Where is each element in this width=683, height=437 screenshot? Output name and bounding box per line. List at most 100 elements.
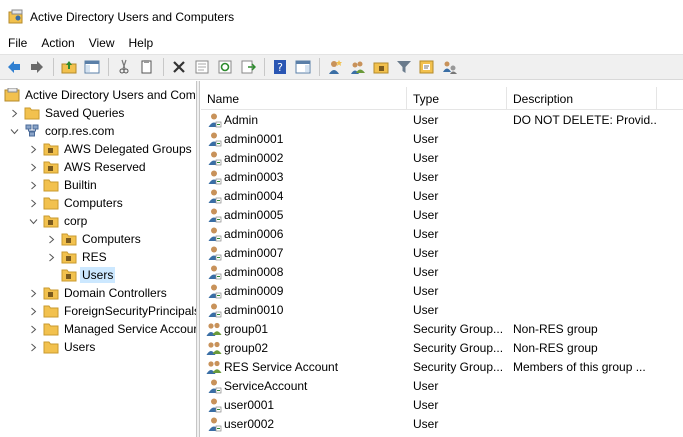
expand-chevron-icon[interactable] [28, 198, 38, 208]
tree-item-builtin[interactable]: Builtin [28, 176, 99, 194]
expand-chevron-icon[interactable] [9, 108, 19, 118]
toolbar-separator [108, 58, 109, 76]
forward-icon [31, 61, 43, 73]
folder-icon [43, 323, 59, 336]
tree-item-aws-reserved[interactable]: AWS Reserved [28, 158, 148, 176]
tree-item-domain[interactable]: corp.res.com [9, 122, 116, 140]
column-header-type[interactable]: Type [407, 87, 507, 110]
menu-file[interactable]: File [0, 36, 34, 50]
help-button[interactable]: ? [269, 56, 291, 78]
expand-chevron-icon[interactable] [28, 288, 38, 298]
list-row[interactable]: admin0006 User [201, 224, 683, 243]
ou-folder-icon [43, 215, 59, 228]
cell-name: admin0004 [201, 188, 407, 204]
tree-item-saved-queries[interactable]: Saved Queries [9, 104, 126, 122]
list-row[interactable]: admin0003 User [201, 167, 683, 186]
tree-item-console-root[interactable]: Active Directory Users and Com [4, 86, 196, 104]
tree-item-users[interactable]: Users [28, 338, 97, 356]
row-name: group02 [224, 340, 269, 355]
tree-item-label: Computers [82, 232, 141, 246]
list-row[interactable]: group02 Security Group... Non-RES group [201, 338, 683, 357]
list-row[interactable]: admin0005 User [201, 205, 683, 224]
list-row[interactable]: user0002 User [201, 414, 683, 433]
properties-icon [195, 60, 209, 74]
row-name: admin0003 [224, 169, 284, 184]
collapse-chevron-icon[interactable] [28, 216, 38, 226]
pane-splitter[interactable] [197, 81, 200, 437]
export-list-button[interactable] [237, 56, 259, 78]
column-header-description[interactable]: Description [507, 87, 657, 110]
delete-button[interactable] [168, 56, 190, 78]
delegate-control-button[interactable] [439, 56, 461, 78]
filter-button[interactable] [393, 56, 415, 78]
list-row[interactable]: group01 Security Group... Non-RES group [201, 319, 683, 338]
tree-item-foreign-security-principals[interactable]: ForeignSecurityPrincipals [28, 302, 196, 320]
cut-button[interactable] [113, 56, 135, 78]
tree-item-managed-service-accounts[interactable]: Managed Service Accour [28, 320, 196, 338]
menu-help[interactable]: Help [122, 36, 161, 50]
expand-chevron-icon[interactable] [46, 234, 56, 244]
forward-button[interactable] [26, 56, 48, 78]
expand-chevron-icon[interactable] [28, 180, 38, 190]
user-icon [208, 265, 222, 279]
tree-item-aws-delegated-groups[interactable]: AWS Delegated Groups [28, 140, 194, 158]
tree-item-label: corp [64, 214, 88, 228]
tree-item-label: Users [64, 340, 96, 354]
expand-chevron-icon[interactable] [28, 162, 38, 172]
row-name: admin0002 [224, 150, 284, 165]
action-pane-button[interactable] [292, 56, 314, 78]
expand-chevron-icon[interactable] [28, 342, 38, 352]
new-user-button[interactable] [324, 56, 346, 78]
show-console-tree-button[interactable] [81, 56, 103, 78]
row-name: user0001 [224, 397, 275, 412]
new-group-button[interactable] [347, 56, 369, 78]
tree-item-corp-users[interactable]: Users [46, 266, 116, 284]
list-row[interactable]: ServiceAccount User [201, 376, 683, 395]
show-console-tree-icon [84, 60, 100, 74]
new-ou-button[interactable] [370, 56, 392, 78]
user-icon [208, 246, 222, 260]
up-one-level-button[interactable] [58, 56, 80, 78]
title-bar: Active Directory Users and Computers [0, 0, 683, 33]
menu-action[interactable]: Action [34, 36, 81, 50]
user-icon [208, 151, 222, 165]
list-row[interactable]: admin0008 User [201, 262, 683, 281]
list-row[interactable]: admin0007 User [201, 243, 683, 262]
tree-item-corp-computers[interactable]: Computers [46, 230, 143, 248]
cell-type: User [413, 150, 439, 165]
tree-item-label: Builtin [64, 178, 97, 192]
list-row[interactable]: admin0009 User [201, 281, 683, 300]
back-button[interactable] [3, 56, 25, 78]
expand-chevron-icon[interactable] [28, 306, 38, 316]
list-row[interactable]: admin0002 User [201, 148, 683, 167]
list-row[interactable]: RES Service Account Security Group... Memb… [201, 357, 683, 376]
list-row[interactable]: admin0004 User [201, 186, 683, 205]
find-button[interactable] [416, 56, 438, 78]
collapse-chevron-icon[interactable] [9, 126, 19, 136]
cell-name: admin0003 [201, 169, 407, 185]
delete-icon [173, 61, 185, 73]
menu-view[interactable]: View [82, 36, 122, 50]
find-icon [419, 60, 434, 74]
tree-item-domain-controllers[interactable]: Domain Controllers [28, 284, 169, 302]
tree-item-res[interactable]: RES [46, 248, 109, 266]
copy-button[interactable] [136, 56, 158, 78]
list-row[interactable]: user0001 User [201, 395, 683, 414]
refresh-button[interactable] [214, 56, 236, 78]
new-ou-icon [373, 62, 389, 74]
cell-name: user0001 [201, 397, 407, 413]
properties-button[interactable] [191, 56, 213, 78]
list-row[interactable]: Admin User DO NOT DELETE: Provid... [201, 110, 683, 129]
window-title: Active Directory Users and Computers [30, 9, 235, 24]
cell-name: ServiceAccount [201, 378, 407, 394]
column-header-name[interactable]: Name [201, 87, 407, 110]
tree-item-computers[interactable]: Computers [28, 194, 125, 212]
expand-chevron-icon[interactable] [28, 324, 38, 334]
cell-type: User [413, 131, 439, 146]
user-icon [208, 398, 222, 412]
tree-item-corp[interactable]: corp [28, 212, 89, 230]
list-row[interactable]: admin0010 User [201, 300, 683, 319]
expand-chevron-icon[interactable] [28, 144, 38, 154]
expand-chevron-icon[interactable] [46, 252, 56, 262]
list-row[interactable]: admin0001 User [201, 129, 683, 148]
